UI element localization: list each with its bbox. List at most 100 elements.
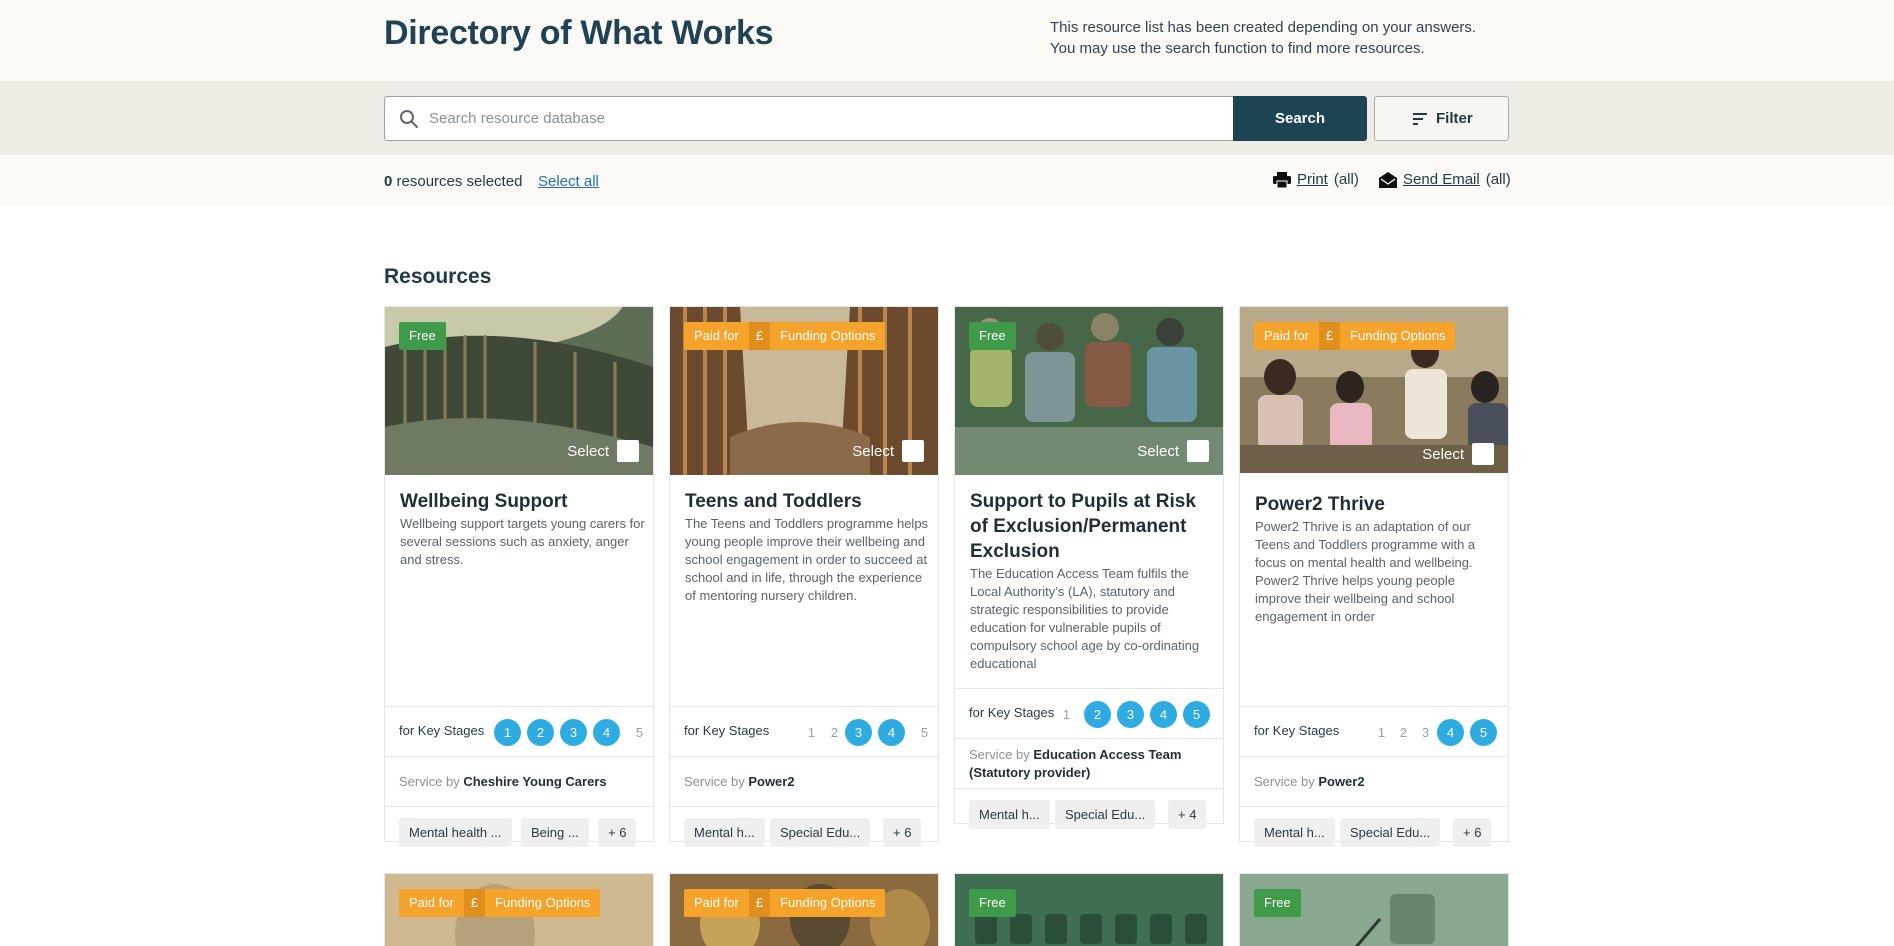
print-link[interactable]: Print	[1297, 171, 1328, 188]
intro-line-2: You may use the search function to find …	[1050, 40, 1425, 57]
search-input[interactable]	[429, 97, 1219, 140]
key-stages-label: for Key Stages	[1254, 723, 1340, 738]
select-control[interactable]: Select	[567, 440, 639, 462]
pricing-badges: Free	[1254, 889, 1301, 917]
resource-image: Free Select	[385, 307, 653, 475]
pound-badge: £	[463, 889, 486, 917]
free-badge: Free	[399, 322, 446, 350]
key-stage-3: 3	[1117, 701, 1144, 728]
more-tags[interactable]: + 6	[1453, 818, 1492, 847]
key-stages-row: for Key Stages 1 2 3 4 5	[1240, 706, 1508, 756]
service-provider: Power2	[748, 774, 795, 789]
funding-options-badge[interactable]: Funding Options	[485, 889, 601, 917]
resource-title[interactable]: Teens and Toddlers	[685, 489, 930, 514]
select-checkbox[interactable]	[1472, 443, 1494, 465]
selected-count-suffix: resources selected	[396, 173, 523, 190]
resource-card[interactable]: Free Select Support to Pupils at Risk of…	[954, 306, 1224, 829]
resource-description: The Teens and Toddlers programme helps y…	[685, 516, 929, 603]
select-checkbox[interactable]	[1187, 440, 1209, 462]
more-tags[interactable]: + 4	[1168, 800, 1207, 829]
filter-label: Filter	[1436, 110, 1473, 127]
paid-badge: Paid for	[1254, 322, 1319, 350]
key-stages-label: for Key Stages	[684, 723, 770, 738]
free-badge: Free	[969, 889, 1016, 917]
resource-description: The Education Access Team fulfils the Lo…	[970, 566, 1200, 671]
pricing-badges: Free	[969, 322, 1016, 350]
key-stage-3: 3	[1421, 725, 1430, 740]
tag[interactable]: Being ...	[521, 818, 589, 847]
resource-title[interactable]: Support to Pupils at Risk of Exclusion/P…	[970, 489, 1215, 564]
select-label: Select	[852, 442, 894, 460]
select-label: Select	[1137, 442, 1179, 460]
free-badge: Free	[1254, 889, 1301, 917]
select-all-link[interactable]: Select all	[538, 173, 599, 190]
resource-title[interactable]: Power2 Thrive	[1255, 492, 1500, 517]
tag[interactable]: Mental health ...	[399, 818, 512, 847]
resource-card[interactable]: Free Select Wellbeing Support Wellbeing …	[384, 306, 654, 847]
service-row: Service by Power2	[1240, 756, 1508, 806]
send-email-link[interactable]: Send Email	[1403, 171, 1480, 188]
tag[interactable]: Mental h...	[1254, 818, 1335, 847]
resource-card[interactable]: Paid for £ Funding Options	[384, 873, 654, 946]
tag[interactable]: Special Edu...	[770, 818, 871, 847]
intro-text: This resource list has been created depe…	[1050, 17, 1476, 59]
service-by: Service by Power2	[1254, 774, 1365, 789]
key-stage-1: 1	[494, 719, 521, 746]
select-control[interactable]: Select	[852, 440, 924, 462]
select-control[interactable]: Select	[1422, 443, 1494, 465]
key-stage-5: 5	[635, 725, 644, 740]
tags-row: Mental h... Special Edu... + 6	[670, 806, 938, 858]
email-action[interactable]: Send Email (all)	[1379, 171, 1511, 188]
search-button[interactable]: Search	[1233, 96, 1367, 141]
key-stage-4: 4	[878, 719, 905, 746]
resource-title[interactable]: Wellbeing Support	[400, 489, 645, 514]
resource-description: Wellbeing support targets young carers f…	[400, 516, 645, 567]
tag[interactable]: Special Edu...	[1055, 800, 1156, 829]
intro-line-1: This resource list has been created depe…	[1050, 19, 1477, 36]
service-row: Service by Power2	[670, 756, 938, 806]
more-tags[interactable]: + 6	[598, 818, 637, 847]
resource-card[interactable]: Paid for £ Funding Options Select Power2…	[1239, 306, 1509, 847]
paid-badge: Paid for	[684, 322, 749, 350]
tag[interactable]: Special Edu...	[1340, 818, 1441, 847]
select-label: Select	[567, 442, 609, 460]
resource-image: Paid for £ Funding Options Select	[1240, 307, 1508, 473]
more-tags[interactable]: + 6	[883, 818, 922, 847]
funding-options-badge[interactable]: Funding Options	[1340, 322, 1456, 350]
filter-button[interactable]: Filter	[1374, 96, 1509, 141]
funding-options-badge[interactable]: Funding Options	[770, 889, 886, 917]
key-stages-label: for Key Stages	[969, 705, 1055, 720]
filter-icon	[1413, 113, 1427, 125]
service-provider: Power2	[1318, 774, 1365, 789]
search-icon	[400, 110, 418, 128]
select-checkbox[interactable]	[902, 440, 924, 462]
key-stage-5: 5	[1470, 719, 1497, 746]
tags-row: Mental health ... Being ... + 6	[385, 806, 653, 858]
key-stage-2: 2	[830, 725, 839, 740]
paid-badge: Paid for	[399, 889, 464, 917]
email-scope: (all)	[1485, 171, 1511, 188]
key-stage-5: 5	[920, 725, 929, 740]
tag[interactable]: Mental h...	[684, 818, 765, 847]
envelope-icon	[1379, 171, 1397, 188]
service-row: Service by Education Access Team (Statut…	[955, 738, 1223, 788]
print-action[interactable]: Print (all)	[1273, 171, 1359, 188]
resource-card[interactable]: Paid for £ Funding Options	[669, 873, 939, 946]
resource-card[interactable]: Free	[954, 873, 1224, 946]
printer-icon	[1273, 171, 1291, 188]
resource-image: Paid for £ Funding Options Select	[670, 307, 938, 475]
service-by: Service by Education Access Team (Statut…	[969, 747, 1182, 780]
service-provider: Cheshire Young Carers	[463, 774, 607, 789]
resource-card[interactable]: Paid for £ Funding Options Select Teens …	[669, 306, 939, 847]
pricing-badges: Paid for £ Funding Options	[1254, 322, 1456, 350]
resource-card[interactable]: Free	[1239, 873, 1509, 946]
service-by: Service by Cheshire Young Carers	[399, 774, 607, 789]
search-box[interactable]	[384, 96, 1233, 141]
key-stages-label: for Key Stages	[399, 723, 485, 738]
select-control[interactable]: Select	[1137, 440, 1209, 462]
tag[interactable]: Mental h...	[969, 800, 1050, 829]
key-stage-2: 2	[527, 719, 554, 746]
select-checkbox[interactable]	[617, 440, 639, 462]
funding-options-badge[interactable]: Funding Options	[770, 322, 886, 350]
resource-image: Free Select	[955, 307, 1223, 475]
